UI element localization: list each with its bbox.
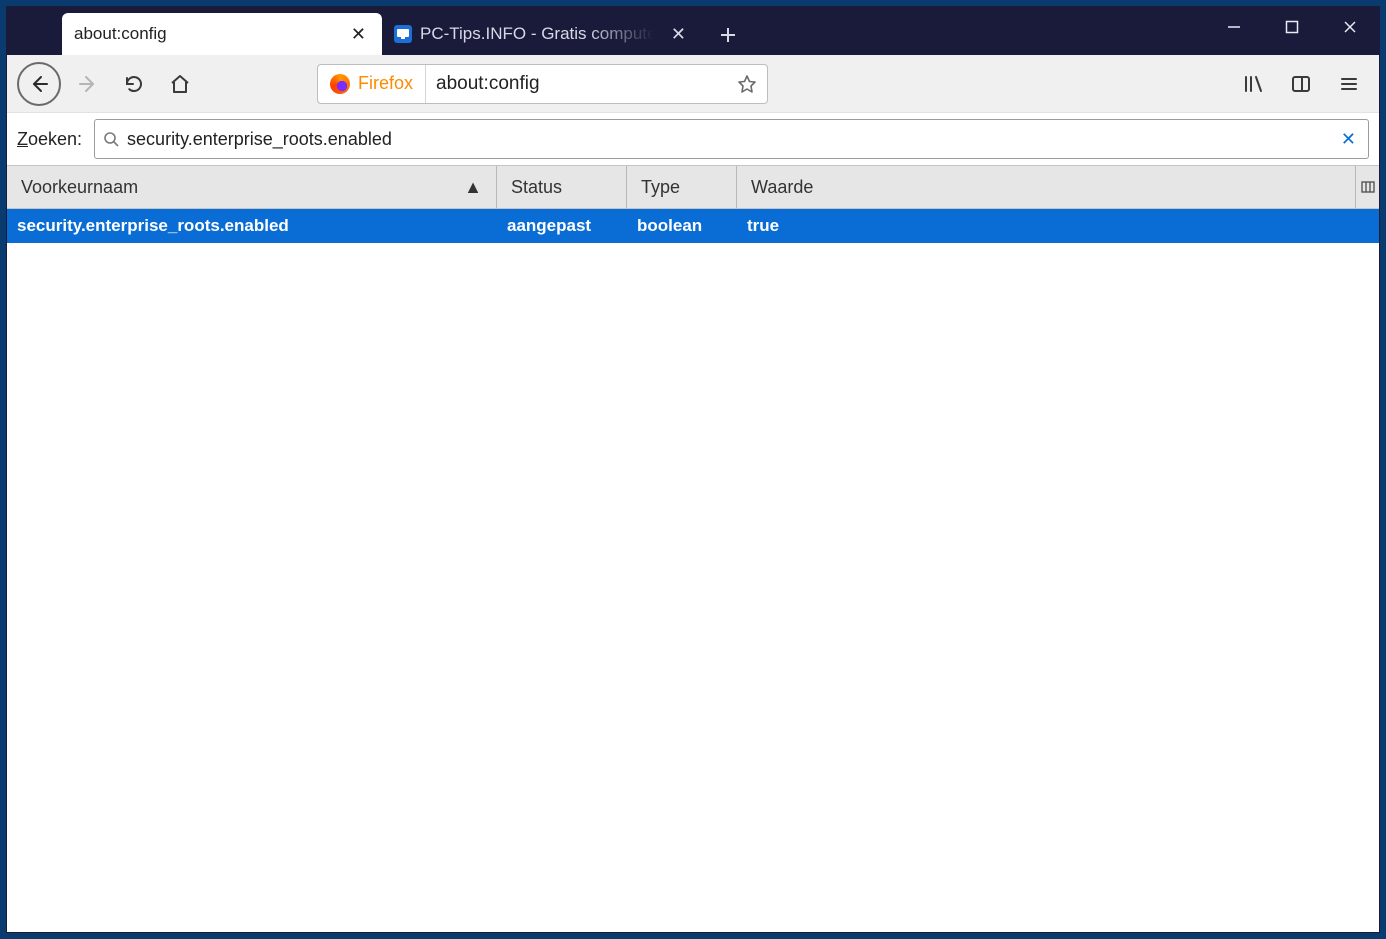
column-status-label: Status <box>511 177 562 198</box>
close-icon[interactable]: ✕ <box>667 23 690 45</box>
library-button[interactable] <box>1233 64 1273 104</box>
search-icon <box>103 131 119 147</box>
new-tab-button[interactable] <box>708 15 748 55</box>
column-name-label: Voorkeurnaam <box>21 177 138 198</box>
preference-row[interactable]: security.enterprise_roots.enabled aangep… <box>7 209 1379 243</box>
column-headers: Voorkeurnaam ▲ Status Type Waarde <box>7 165 1379 209</box>
tab-title: PC-Tips.INFO - Gratis compute <box>420 24 659 44</box>
config-search-box[interactable]: ✕ <box>94 119 1369 159</box>
sort-ascending-icon: ▲ <box>464 177 482 198</box>
home-button[interactable] <box>161 65 199 103</box>
column-name[interactable]: Voorkeurnaam ▲ <box>7 166 497 208</box>
tab-pc-tips[interactable]: PC-Tips.INFO - Gratis compute ✕ <box>382 13 702 55</box>
preference-list: security.enterprise_roots.enabled aangep… <box>7 209 1379 932</box>
url-bar[interactable]: Firefox <box>317 64 768 104</box>
reload-button[interactable] <box>115 65 153 103</box>
forward-button[interactable] <box>69 65 107 103</box>
titlebar: about:config ✕ PC-Tips.INFO - Gratis com… <box>7 7 1379 55</box>
clear-search-button[interactable]: ✕ <box>1337 125 1360 154</box>
close-window-button[interactable] <box>1321 7 1379 47</box>
url-input[interactable] <box>426 65 727 103</box>
site-favicon <box>394 25 412 43</box>
back-button[interactable] <box>17 62 61 106</box>
column-picker-button[interactable] <box>1355 166 1379 208</box>
maximize-button[interactable] <box>1263 7 1321 47</box>
column-status[interactable]: Status <box>497 166 627 208</box>
nav-toolbar: Firefox <box>7 55 1379 113</box>
config-search-row: Zoeken: ✕ <box>7 113 1379 165</box>
bookmark-star-button[interactable] <box>727 65 767 103</box>
tab-strip: about:config ✕ PC-Tips.INFO - Gratis com… <box>7 7 748 55</box>
close-icon[interactable]: ✕ <box>347 23 370 45</box>
column-type-label: Type <box>641 177 680 198</box>
firefox-window: about:config ✕ PC-Tips.INFO - Gratis com… <box>6 6 1380 933</box>
pref-value: true <box>737 216 1379 236</box>
menu-button[interactable] <box>1329 64 1369 104</box>
column-type[interactable]: Type <box>627 166 737 208</box>
tab-title: about:config <box>74 24 339 44</box>
column-value-label: Waarde <box>751 177 813 198</box>
window-controls <box>1205 7 1379 47</box>
sidebar-button[interactable] <box>1281 64 1321 104</box>
config-search-input[interactable] <box>127 129 1329 150</box>
identity-box[interactable]: Firefox <box>318 65 426 103</box>
pref-name: security.enterprise_roots.enabled <box>7 216 497 236</box>
column-value[interactable]: Waarde <box>737 166 1355 208</box>
firefox-icon <box>330 74 350 94</box>
pref-status: aangepast <box>497 216 627 236</box>
search-label: Zoeken: <box>17 129 82 150</box>
pref-type: boolean <box>627 216 737 236</box>
tab-about-config[interactable]: about:config ✕ <box>62 13 382 55</box>
minimize-button[interactable] <box>1205 7 1263 47</box>
identity-label: Firefox <box>358 73 413 94</box>
